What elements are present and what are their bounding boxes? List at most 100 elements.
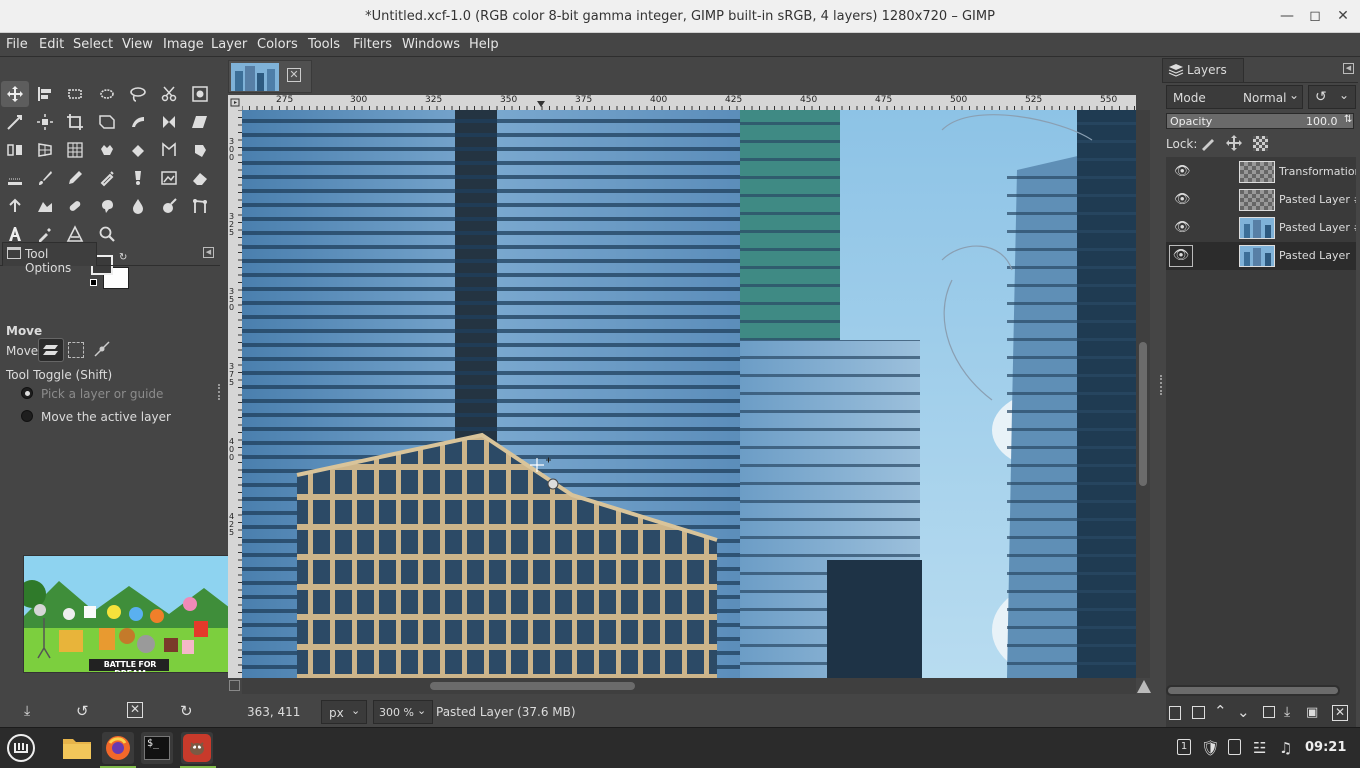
dock-resize-handle[interactable] — [1160, 375, 1163, 395]
vertical-ruler[interactable]: 3 0 0 3 2 5 3 5 0 3 7 5 4 0 0 4 2 5 — [228, 110, 242, 678]
grid-tool-icon[interactable] — [61, 137, 89, 163]
maximize-button[interactable]: ◻ — [1304, 6, 1326, 26]
lock-pixels-icon[interactable] — [1200, 135, 1216, 154]
bucket-fill-icon[interactable] — [124, 137, 152, 163]
mypaint-brush-icon[interactable] — [1, 165, 29, 191]
menu-view[interactable]: View — [122, 37, 153, 52]
menu-colors[interactable]: Colors — [257, 37, 298, 52]
delete-tool-preset-icon[interactable]: ✕ — [127, 702, 143, 718]
align-tool-icon[interactable] — [31, 81, 59, 107]
move-active-layer-radio[interactable] — [21, 410, 33, 422]
vertical-scrollbar[interactable] — [1136, 110, 1150, 678]
duplicate-layer-icon[interactable] — [1263, 706, 1275, 718]
new-layer-group-icon[interactable] — [1192, 706, 1205, 719]
terminal-icon[interactable]: $_ — [141, 732, 173, 764]
lasso-icon[interactable] — [124, 81, 152, 107]
ellipse-select-icon[interactable] — [93, 81, 121, 107]
visibility-eye-icon[interactable]: 👁 — [1169, 245, 1193, 267]
n-point-deform-icon[interactable] — [186, 193, 214, 219]
reset-tool-options-icon[interactable]: ↻ — [180, 702, 193, 720]
move-path-mode-button[interactable] — [93, 340, 111, 361]
layer-row-selected[interactable]: 👁 Pasted Layer — [1166, 242, 1356, 270]
foreground-select-icon[interactable] — [186, 81, 214, 107]
close-button[interactable]: ✕ — [1332, 6, 1354, 26]
paintbrush-icon[interactable] — [31, 165, 59, 191]
menu-image[interactable]: Image — [163, 37, 204, 52]
zoom-selector[interactable]: 300 % ⌄ — [373, 700, 433, 724]
unified-transform-icon[interactable] — [93, 109, 121, 135]
horizontal-scroll-thumb[interactable] — [430, 682, 635, 690]
airbrush-icon[interactable] — [93, 165, 121, 191]
fuzzy-select-icon[interactable] — [31, 109, 59, 135]
raise-layer-icon[interactable]: ⌃ — [1214, 702, 1227, 720]
menu-windows[interactable]: Windows — [402, 37, 460, 52]
composite-mode-button[interactable]: ↺ ⌄ — [1308, 85, 1356, 109]
perspective-clone-icon[interactable] — [31, 193, 59, 219]
lock-alpha-icon[interactable] — [1253, 136, 1268, 151]
lower-layer-icon[interactable]: ⌄ — [1237, 703, 1250, 721]
scissors-icon[interactable] — [155, 81, 183, 107]
menu-tools[interactable]: Tools — [308, 37, 340, 52]
visibility-eye-icon[interactable]: 👁 — [1174, 164, 1191, 179]
configure-tab-icon[interactable]: ◀ — [203, 247, 214, 258]
shear-tool-icon[interactable] — [186, 109, 214, 135]
unit-selector[interactable]: px ⌄ — [321, 700, 367, 724]
pencil-icon[interactable] — [61, 165, 89, 191]
gegl-tool-icon[interactable] — [93, 137, 121, 163]
layers-horizontal-scrollbar[interactable] — [1166, 685, 1340, 696]
ink-tool-icon[interactable] — [124, 165, 152, 191]
firefox-icon[interactable] — [102, 732, 134, 764]
network-tray-icon[interactable]: ☳ — [1253, 739, 1266, 757]
clipboard-tray-icon[interactable]: 1 — [1177, 739, 1191, 755]
opacity-slider[interactable]: Opacity 100.0 ⇅ — [1166, 113, 1354, 129]
navigate-image-icon[interactable] — [1137, 680, 1151, 693]
gimp-icon[interactable] — [181, 732, 213, 764]
lock-position-icon[interactable] — [1226, 135, 1242, 154]
dodge-burn-icon[interactable] — [155, 193, 183, 219]
close-image-tab-icon[interactable]: ✕ — [287, 68, 301, 82]
horizontal-scrollbar[interactable] — [242, 678, 1136, 694]
move-selection-mode-button[interactable] — [68, 342, 84, 358]
menu-filters[interactable]: Filters — [353, 37, 392, 52]
layers-scroll-thumb[interactable] — [1168, 687, 1338, 694]
heal-tool-icon[interactable] — [1, 193, 29, 219]
tab-layers[interactable]: Layers — [1162, 58, 1244, 82]
vertical-scroll-thumb[interactable] — [1139, 342, 1147, 486]
warp-transform-icon[interactable] — [124, 109, 152, 135]
menu-select[interactable]: Select — [73, 37, 113, 52]
panel-resize-handle[interactable] — [218, 384, 221, 400]
blur-tool-icon[interactable] — [124, 193, 152, 219]
horizontal-ruler[interactable]: 275 300 325 350 375 400 425 450 475 500 … — [242, 95, 1136, 110]
visibility-eye-icon[interactable]: 👁 — [1174, 192, 1191, 207]
perspective-icon[interactable] — [31, 137, 59, 163]
ruler-corner-button[interactable] — [228, 95, 242, 110]
rect-select-icon[interactable] — [61, 81, 89, 107]
crop-scale-icon[interactable] — [1, 109, 29, 135]
menu-layer[interactable]: Layer — [211, 37, 247, 52]
eraser-icon[interactable] — [186, 165, 214, 191]
quick-mask-toggle-icon[interactable] — [229, 680, 240, 691]
minimize-button[interactable]: — — [1276, 6, 1298, 26]
anchor-layer-icon[interactable]: ⤓ — [1284, 704, 1290, 720]
layer-mode-selector[interactable]: Mode Normal ⌄ — [1166, 85, 1303, 109]
layer-row[interactable]: 👁 Pasted Layer # — [1166, 186, 1356, 214]
image-tab[interactable]: ✕ — [228, 60, 312, 93]
layer-row[interactable]: 👁 Transformation — [1166, 158, 1356, 186]
tab-tool-options[interactable]: Tool Options — [2, 242, 97, 275]
files-icon[interactable] — [61, 732, 93, 764]
sound-tray-icon[interactable]: ♫ — [1279, 739, 1292, 757]
move-layer-mode-button[interactable] — [38, 338, 64, 362]
menu-file[interactable]: File — [6, 37, 28, 52]
save-tool-preset-icon[interactable]: ⤓ — [24, 703, 30, 719]
pick-layer-radio[interactable] — [21, 387, 33, 399]
mint-menu-icon[interactable] — [5, 732, 37, 764]
layer-row[interactable]: 👁 Pasted Layer # — [1166, 214, 1356, 242]
new-layer-icon[interactable] — [1169, 706, 1181, 720]
menu-help[interactable]: Help — [469, 37, 499, 52]
clock[interactable]: 09:21 — [1305, 740, 1346, 755]
configure-tab-icon[interactable]: ◀ — [1343, 63, 1354, 74]
restore-tool-preset-icon[interactable]: ↺ — [76, 702, 89, 720]
move-tool-icon[interactable] — [1, 81, 29, 107]
shield-tray-icon[interactable]: 🛡 — [1201, 739, 1220, 757]
flip-tool-icon[interactable] — [155, 109, 183, 135]
